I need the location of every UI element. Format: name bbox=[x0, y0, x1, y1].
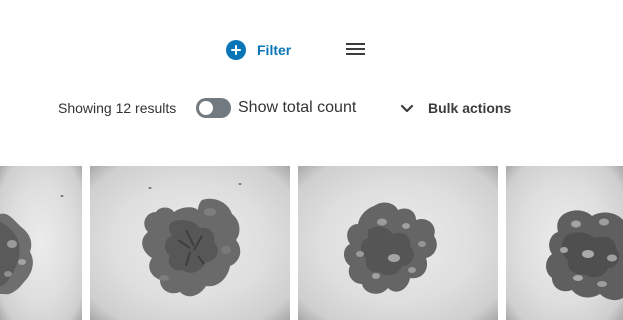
bulk-actions-label: Bulk actions bbox=[428, 100, 512, 116]
gallery-thumbnail[interactable] bbox=[0, 166, 82, 320]
image-gallery bbox=[0, 166, 623, 320]
walnut-image bbox=[142, 183, 242, 297]
filter-button[interactable]: Filter bbox=[226, 39, 291, 61]
results-summary: Showing 12 results bbox=[58, 100, 177, 116]
show-total-count-label[interactable]: Show total count bbox=[238, 98, 356, 118]
hamburger-menu-icon bbox=[346, 43, 365, 45]
gallery-thumbnail[interactable] bbox=[298, 166, 498, 320]
show-total-count-toggle[interactable] bbox=[196, 98, 231, 118]
page: Filter Showing 12 results Show total cou… bbox=[0, 0, 623, 320]
walnut-image bbox=[546, 210, 623, 301]
gallery-thumbnail[interactable] bbox=[506, 166, 623, 320]
bulk-actions-button[interactable]: Bulk actions bbox=[400, 98, 511, 118]
walnut-image bbox=[0, 195, 64, 295]
filter-label: Filter bbox=[257, 42, 292, 58]
menu-button[interactable] bbox=[346, 42, 366, 56]
plus-circle-icon bbox=[226, 40, 246, 60]
gallery-thumbnail[interactable] bbox=[90, 166, 290, 320]
toggle-knob bbox=[199, 101, 213, 115]
walnut-image bbox=[344, 202, 437, 294]
chevron-down-icon bbox=[400, 101, 414, 115]
